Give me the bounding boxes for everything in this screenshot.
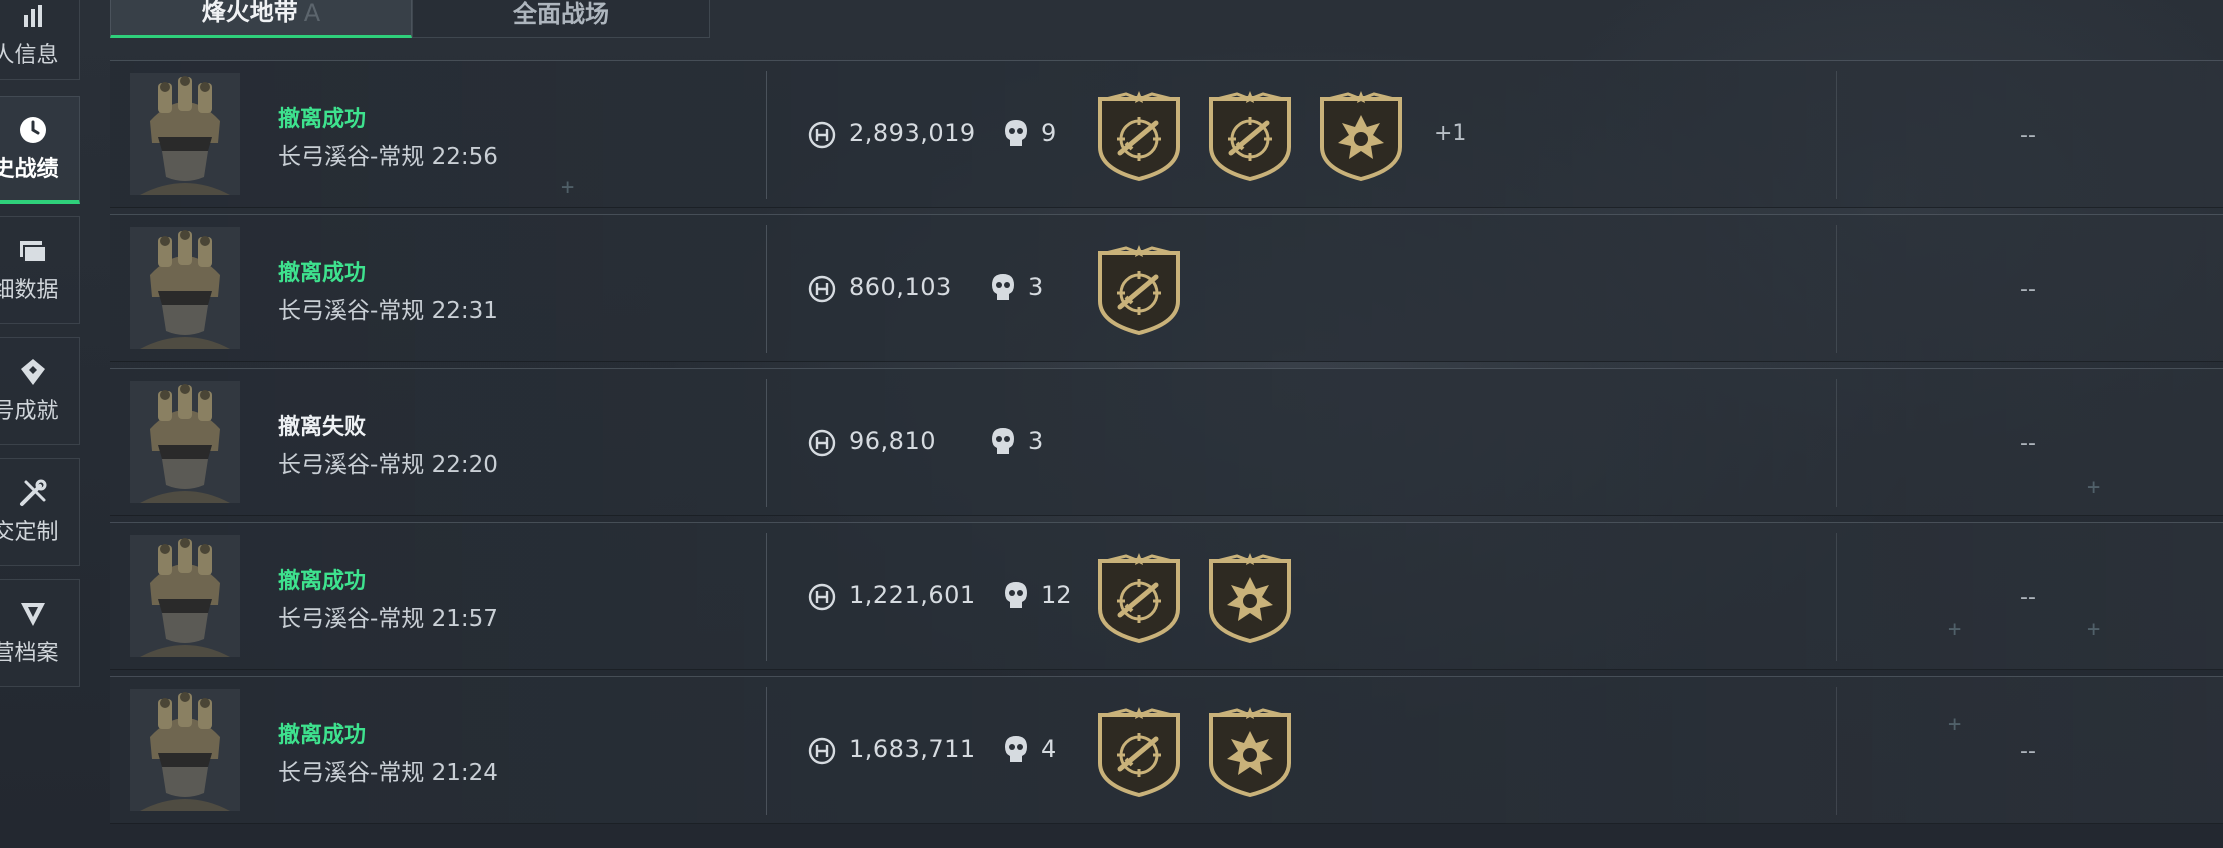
rifle-target-badge-icon[interactable] — [1096, 553, 1182, 644]
match-row[interactable]: 撤离成功长弓溪谷-常规 21:24 1,683,711 4 -- — [110, 676, 2223, 824]
operator-avatar — [130, 73, 240, 195]
skull-star-badge-icon[interactable] — [1318, 91, 1404, 182]
decor-cross: + — [2087, 475, 2101, 500]
skull-icon — [1003, 580, 1029, 610]
extraction-status: 撤离成功 — [278, 107, 367, 132]
currency-icon — [808, 275, 836, 303]
row-divider — [766, 225, 767, 353]
extra-badge-count[interactable]: +1 — [1434, 121, 1466, 146]
row-divider — [1836, 379, 1837, 507]
tab-hazard-zone[interactable]: 烽火地带 A — [110, 0, 412, 38]
sidebar-item-match-history[interactable]: 史战绩 — [0, 96, 80, 204]
map-and-time: 长弓溪谷-常规 21:57 — [278, 606, 498, 632]
empty-value: -- — [2020, 431, 2036, 456]
skull-icon — [1003, 734, 1029, 764]
row-divider — [766, 71, 767, 199]
kill-count: 3 — [1028, 273, 1044, 301]
kill-count: 9 — [1041, 119, 1057, 147]
tab-ghost-letter: A — [303, 0, 321, 27]
map-and-time: 长弓溪谷-常规 21:24 — [278, 760, 498, 786]
empty-value: -- — [2020, 739, 2036, 764]
kill-count: 12 — [1041, 581, 1072, 609]
rifle-target-badge-icon[interactable] — [1207, 91, 1293, 182]
rifle-target-badge-icon[interactable] — [1096, 91, 1182, 182]
empty-value: -- — [2020, 277, 2036, 302]
emblem-icon — [18, 599, 48, 629]
map-and-time: 长弓溪谷-常规 22:20 — [278, 452, 498, 478]
sidebar-item-label: 营档案 — [0, 641, 59, 666]
empty-value: -- — [2020, 123, 2036, 148]
operator-avatar — [130, 381, 240, 503]
match-row[interactable]: 撤离成功长弓溪谷-常规 22:31 860,103 3 -- — [110, 214, 2223, 362]
row-divider — [766, 379, 767, 507]
match-row[interactable]: 撤离成功长弓溪谷-常规 21:57 1,221,601 12 -- — [110, 522, 2223, 670]
match-row[interactable]: 撤离失败长弓溪谷-常规 22:20 96,810 3 -- — [110, 368, 2223, 516]
row-divider — [1836, 687, 1837, 815]
skull-star-badge-icon[interactable] — [1207, 707, 1293, 798]
currency-icon — [808, 737, 836, 765]
map-and-time: 长弓溪谷-常规 22:31 — [278, 298, 498, 324]
loot-value: 860,103 — [849, 273, 952, 301]
row-divider — [766, 687, 767, 815]
loot-value: 96,810 — [849, 427, 936, 455]
sidebar-item-camp-archive[interactable]: 营档案 — [0, 579, 80, 687]
row-divider — [1836, 533, 1837, 661]
sidebar-item-detailed-data[interactable]: 细数据 — [0, 216, 80, 324]
operator-avatar — [130, 689, 240, 811]
sidebar-item-label: 号成就 — [0, 399, 59, 424]
sidebar-item-label: 人信息 — [0, 43, 59, 68]
sidebar-item-achievements[interactable]: 号成就 — [0, 337, 80, 445]
row-divider — [766, 533, 767, 661]
loot-value: 2,893,019 — [849, 119, 976, 147]
tab-label: 烽火地带 — [201, 0, 298, 26]
tab-full-battlefield[interactable]: 全面战场 — [412, 0, 710, 38]
extraction-status: 撤离成功 — [278, 569, 367, 594]
skull-icon — [1003, 118, 1029, 148]
decor-cross: + — [1948, 712, 1962, 737]
skull-star-badge-icon[interactable] — [1207, 553, 1293, 644]
decor-cross: + — [2087, 617, 2101, 642]
sidebar: 人信息 史战绩 细数据 号成就 交定制 营档案 — [0, 0, 81, 848]
map-and-time: 长弓溪谷-常规 22:56 — [278, 144, 498, 170]
currency-icon — [808, 429, 836, 457]
skull-icon — [990, 426, 1016, 456]
achievement-icon — [18, 357, 48, 387]
tools-icon — [18, 478, 48, 508]
tab-label: 全面战场 — [513, 0, 609, 28]
rifle-target-badge-icon[interactable] — [1096, 707, 1182, 798]
extraction-status: 撤离成功 — [278, 261, 367, 286]
operator-avatar — [130, 535, 240, 657]
extraction-status: 撤离失败 — [278, 415, 367, 440]
operator-avatar — [130, 227, 240, 349]
sidebar-item-personal-info[interactable]: 人信息 — [0, 0, 80, 80]
rifle-target-badge-icon[interactable] — [1096, 245, 1182, 336]
folder-icon — [18, 236, 48, 266]
kill-count: 3 — [1028, 427, 1044, 455]
skull-icon — [990, 272, 1016, 302]
sidebar-item-label: 细数据 — [0, 278, 59, 303]
extraction-status: 撤离成功 — [278, 723, 367, 748]
sidebar-item-customization[interactable]: 交定制 — [0, 458, 80, 566]
currency-icon — [808, 583, 836, 611]
loot-value: 1,683,711 — [849, 735, 976, 763]
stats-bar-icon — [18, 1, 48, 31]
loot-value: 1,221,601 — [849, 581, 976, 609]
currency-icon — [808, 121, 836, 149]
decor-cross: + — [1948, 617, 1962, 642]
kill-count: 4 — [1041, 735, 1057, 763]
row-divider — [1836, 71, 1837, 199]
sidebar-item-label: 史战绩 — [0, 156, 59, 182]
decor-cross: + — [561, 175, 575, 200]
row-divider — [1836, 225, 1837, 353]
match-row[interactable]: 撤离成功长弓溪谷-常规 22:56 2,893,019 9 +1 -- — [110, 60, 2223, 208]
clock-icon — [18, 115, 48, 145]
sidebar-item-label: 交定制 — [0, 520, 59, 545]
empty-value: -- — [2020, 585, 2036, 610]
